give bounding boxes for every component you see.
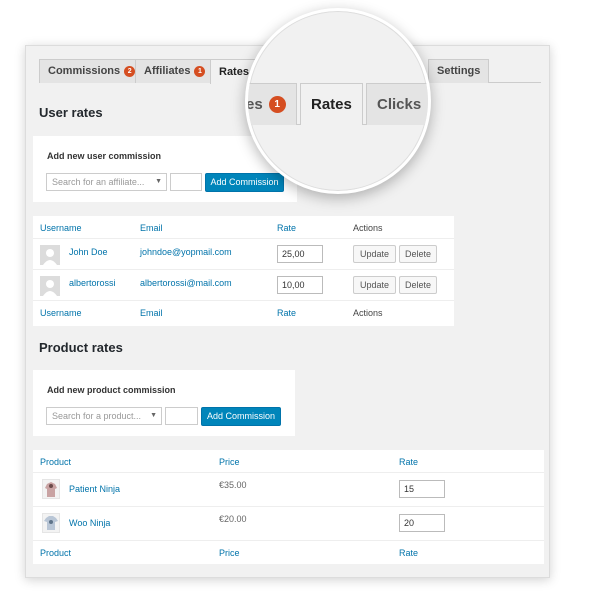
product-price: €35.00 — [219, 480, 247, 490]
delete-button[interactable]: Delete — [399, 276, 437, 294]
magnified-tab-label: es — [246, 95, 263, 113]
tab-label: Settings — [437, 65, 481, 77]
column-email[interactable]: Email — [140, 223, 163, 233]
user-rates-table: Username Email Rate Actions John Doe joh… — [33, 216, 454, 326]
product-search-select[interactable]: Search for a product... ▼ — [46, 407, 162, 425]
add-product-commission-title: Add new product commission — [47, 385, 176, 395]
table-header: Product Price Rate — [33, 450, 544, 473]
product-rates-table: Product Price Rate Patient Ninja €35.00 … — [33, 450, 544, 564]
magnified-tab-clicks[interactable]: Clicks — [366, 83, 428, 125]
chevron-down-icon: ▼ — [155, 178, 162, 185]
rate-input[interactable]: 15 — [399, 480, 445, 498]
add-product-commission-button[interactable]: Add Commission — [201, 407, 281, 426]
column-username[interactable]: Username — [40, 223, 82, 233]
magnified-tab-affiliates[interactable]: es 1 — [246, 83, 297, 125]
user-silhouette-icon — [40, 276, 60, 296]
table-row: Patient Ninja €35.00 15 — [33, 473, 544, 507]
product-price: €20.00 — [219, 514, 247, 524]
column-price[interactable]: Price — [219, 457, 240, 467]
avatar — [40, 276, 60, 296]
table-header: Username Email Rate Actions — [33, 216, 454, 239]
column-rate[interactable]: Rate — [277, 223, 296, 233]
add-user-commission-button[interactable]: Add Commission — [205, 173, 284, 192]
tab-commissions[interactable]: Commissions 2 — [39, 59, 145, 83]
tab-settings[interactable]: Settings — [428, 59, 490, 83]
table-footer: Username Email Rate Actions — [33, 301, 454, 325]
table-footer: Product Price Rate — [33, 541, 544, 564]
rate-input[interactable]: 25,00 — [277, 245, 323, 263]
column-email[interactable]: Email — [140, 308, 163, 318]
product-link[interactable]: Patient Ninja — [69, 484, 120, 494]
product-thumbnail — [42, 513, 60, 533]
user-rates-heading: User rates — [39, 105, 103, 120]
product-rate-input[interactable] — [165, 407, 198, 425]
update-button[interactable]: Update — [353, 245, 396, 263]
column-rate[interactable]: Rate — [399, 457, 418, 467]
user-silhouette-icon — [40, 245, 60, 265]
avatar — [40, 245, 60, 265]
tab-affiliates[interactable]: Affiliates 1 — [135, 59, 215, 83]
magnifier-lens: es 1 Rates Clicks — [245, 8, 431, 194]
magnified-affiliates-badge: 1 — [268, 96, 286, 113]
tab-label: Commissions — [48, 65, 121, 77]
magnified-tab-rates[interactable]: Rates — [300, 83, 363, 125]
column-username[interactable]: Username — [40, 308, 82, 318]
username-link[interactable]: John Doe — [69, 247, 108, 257]
chevron-down-icon: ▼ — [150, 412, 157, 419]
rate-input[interactable]: 20 — [399, 514, 445, 532]
rate-input[interactable]: 10,00 — [277, 276, 323, 294]
email-link[interactable]: albertorossi@mail.com — [140, 278, 232, 288]
column-actions: Actions — [353, 308, 383, 318]
affiliate-search-select[interactable]: Search for an affiliate... ▼ — [46, 173, 167, 191]
add-product-commission-card: Add new product commission Search for a … — [33, 370, 295, 436]
tab-label: Affiliates — [144, 65, 191, 77]
column-actions: Actions — [353, 223, 383, 233]
user-rate-input[interactable] — [170, 173, 202, 191]
tshirt-icon — [44, 516, 58, 530]
column-price[interactable]: Price — [219, 548, 240, 558]
product-search-placeholder: Search for a product... — [52, 411, 142, 421]
add-user-commission-title: Add new user commission — [47, 151, 162, 161]
product-link[interactable]: Woo Ninja — [69, 518, 110, 528]
commissions-count-badge: 2 — [124, 66, 136, 77]
column-rate[interactable]: Rate — [399, 548, 418, 558]
magnified-tab-label: Rates — [311, 95, 352, 113]
magnified-tab-label: Clicks — [377, 95, 422, 113]
table-row: Woo Ninja €20.00 20 — [33, 507, 544, 541]
product-rates-heading: Product rates — [39, 340, 123, 355]
table-row: albertorossi albertorossi@mail.com 10,00… — [33, 270, 454, 301]
affiliate-search-placeholder: Search for an affiliate... — [52, 177, 145, 187]
affiliates-count-badge: 1 — [194, 66, 206, 77]
table-row: John Doe johndoe@yopmail.com 25,00 Updat… — [33, 239, 454, 270]
tab-label: Rates — [219, 65, 249, 78]
product-thumbnail — [42, 479, 60, 499]
email-link[interactable]: johndoe@yopmail.com — [140, 247, 232, 257]
username-link[interactable]: albertorossi — [69, 278, 116, 288]
column-rate[interactable]: Rate — [277, 308, 296, 318]
column-product[interactable]: Product — [40, 457, 71, 467]
hoodie-icon — [45, 482, 57, 497]
column-product[interactable]: Product — [40, 548, 71, 558]
update-button[interactable]: Update — [353, 276, 396, 294]
delete-button[interactable]: Delete — [399, 245, 437, 263]
